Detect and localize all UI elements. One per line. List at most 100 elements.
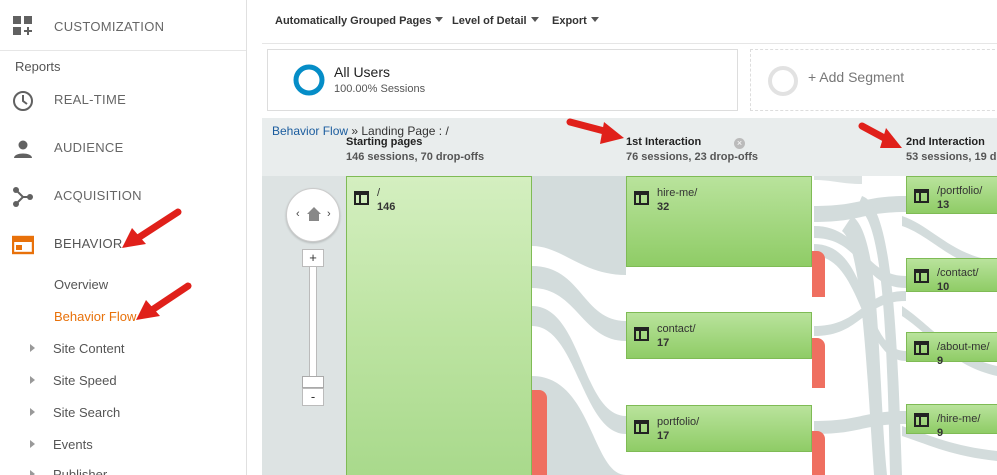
- tree-site-content[interactable]: Site Content: [30, 341, 125, 356]
- zoom-slider-track[interactable]: [309, 266, 317, 388]
- acquisition-icon: [13, 187, 33, 207]
- flow-node-interaction-1[interactable]: hire-me/ 32: [626, 176, 812, 267]
- node-count: 146: [377, 201, 396, 213]
- tree-site-content-label: Site Content: [53, 341, 125, 356]
- detail-dropdown[interactable]: Level of Detail: [452, 15, 539, 27]
- flow-node-interaction-2[interactable]: /contact/ 10: [906, 258, 997, 293]
- col-title: 2nd Interaction: [906, 136, 985, 148]
- node-name: portfolio/: [657, 416, 700, 428]
- nav-audience-label: AUDIENCE: [54, 140, 124, 155]
- page-icon: [634, 327, 649, 341]
- dropdown-arrow-icon: [435, 17, 444, 22]
- segment-subtitle: 100.00% Sessions: [334, 83, 426, 95]
- grouping-dropdown[interactable]: Automatically Grouped Pages: [275, 15, 444, 27]
- tree-publisher[interactable]: Publisher: [30, 467, 107, 475]
- nav-realtime[interactable]: REAL-TIME: [0, 76, 246, 124]
- tree-site-search[interactable]: Site Search: [30, 405, 120, 420]
- node-name: /about-me/: [937, 341, 990, 353]
- nav-audience[interactable]: AUDIENCE: [0, 124, 246, 172]
- node-count: 17: [657, 430, 670, 442]
- export-label: Export: [552, 15, 587, 27]
- zoom-slider-handle[interactable]: [302, 376, 324, 388]
- flow-node-interaction-2[interactable]: /hire-me/ 9: [906, 404, 997, 439]
- col-head-interaction-1: 1st Interaction 76 sessions, 23 drop-off…: [626, 136, 758, 163]
- page-icon: [914, 341, 929, 355]
- dropoff-bar[interactable]: [812, 338, 825, 388]
- flow-link: [532, 176, 626, 275]
- node-name: /hire-me/: [937, 413, 981, 425]
- export-dropdown[interactable]: Export: [552, 15, 599, 27]
- customization-nav[interactable]: CUSTOMIZATION: [0, 0, 246, 51]
- node-name: /contact/: [937, 267, 979, 279]
- behavior-icon: [12, 235, 34, 255]
- flow-node-interaction-2[interactable]: /about-me/ 9: [906, 332, 997, 367]
- col-title: Starting pages: [346, 136, 423, 148]
- node-name: /: [377, 187, 381, 199]
- tree-publisher-label: Publisher: [53, 467, 108, 475]
- detail-label: Level of Detail: [452, 15, 527, 27]
- node-count: 9: [937, 355, 944, 367]
- tree-site-speed-label: Site Speed: [53, 373, 117, 388]
- dropoff-bar[interactable]: [812, 251, 825, 297]
- page-icon: [634, 420, 649, 434]
- page-icon: [354, 191, 369, 205]
- grouping-label: Automatically Grouped Pages: [275, 15, 432, 27]
- tree-events-label: Events: [53, 437, 93, 452]
- node-count: 10: [937, 281, 950, 293]
- behavior-overview-link[interactable]: Overview: [54, 277, 108, 292]
- dashboard-grid-icon: [13, 16, 32, 35]
- pan-control[interactable]: ‹ ›: [286, 188, 340, 242]
- caret-right-icon: [30, 470, 35, 475]
- dropdown-arrow-icon: [530, 17, 539, 22]
- flow-link: [814, 176, 862, 184]
- sidebar: CUSTOMIZATION Reports REAL-TIME AUDIENCE…: [0, 0, 247, 475]
- dropoff-bar[interactable]: [812, 431, 825, 475]
- dropoff-bar[interactable]: [532, 390, 547, 475]
- home-icon[interactable]: [305, 205, 323, 223]
- flow-header: Behavior Flow » Landing Page : / Startin…: [262, 118, 997, 176]
- page-icon: [914, 269, 929, 283]
- col-head-starting: Starting pages 146 sessions, 70 drop-off…: [346, 136, 484, 163]
- nav-acquisition[interactable]: ACQUISITION: [0, 172, 246, 220]
- nav-realtime-label: REAL-TIME: [54, 92, 127, 107]
- behavior-flow-link[interactable]: Behavior Flow: [54, 309, 136, 324]
- clock-icon: [13, 91, 33, 111]
- close-column-icon[interactable]: ×: [734, 138, 745, 149]
- tree-site-search-label: Site Search: [53, 405, 121, 420]
- pan-left-icon[interactable]: ‹: [296, 208, 300, 220]
- segment-placeholder-icon: [768, 66, 798, 96]
- caret-right-icon: [30, 376, 35, 384]
- pan-right-icon[interactable]: ›: [327, 208, 331, 220]
- node-count: 32: [657, 201, 670, 213]
- report-toolbar: Automatically Grouped Pages Level of Det…: [262, 0, 997, 44]
- node-count: 9: [937, 427, 944, 439]
- node-count: 13: [937, 199, 950, 211]
- breadcrumb-link[interactable]: Behavior Flow: [272, 124, 348, 138]
- node-count: 17: [657, 337, 670, 349]
- page-icon: [914, 189, 929, 203]
- behavior-flow-canvas[interactable]: Behavior Flow » Landing Page : / Startin…: [262, 118, 997, 475]
- reports-heading: Reports: [15, 59, 61, 74]
- customization-label: CUSTOMIZATION: [54, 19, 165, 34]
- flow-node-interaction-2[interactable]: /portfolio/ 13: [906, 176, 997, 214]
- node-name: hire-me/: [657, 187, 698, 199]
- caret-right-icon: [30, 408, 35, 416]
- col-sub: 53 sessions, 19 d: [906, 151, 997, 163]
- flow-node-start[interactable]: / 146: [346, 176, 532, 475]
- zoom-in-button[interactable]: +: [302, 249, 324, 267]
- col-head-interaction-2: 2nd Interaction 53 sessions, 19 d: [906, 136, 997, 163]
- segment-donut-icon: [293, 64, 325, 96]
- zoom-out-button[interactable]: -: [302, 388, 324, 406]
- flow-node-interaction-1[interactable]: contact/ 17: [626, 312, 812, 359]
- tree-events[interactable]: Events: [30, 437, 93, 452]
- nav-behavior[interactable]: BEHAVIOR: [0, 220, 246, 268]
- caret-right-icon: [30, 440, 35, 448]
- add-segment-button[interactable]: + Add Segment: [750, 49, 997, 111]
- page-icon: [634, 191, 649, 205]
- flow-node-interaction-1[interactable]: portfolio/ 17: [626, 405, 812, 452]
- dropdown-arrow-icon: [590, 17, 599, 22]
- tree-site-speed[interactable]: Site Speed: [30, 373, 117, 388]
- page-icon: [914, 413, 929, 427]
- node-name: /portfolio/: [937, 185, 983, 197]
- segment-all-users[interactable]: All Users 100.00% Sessions: [267, 49, 738, 111]
